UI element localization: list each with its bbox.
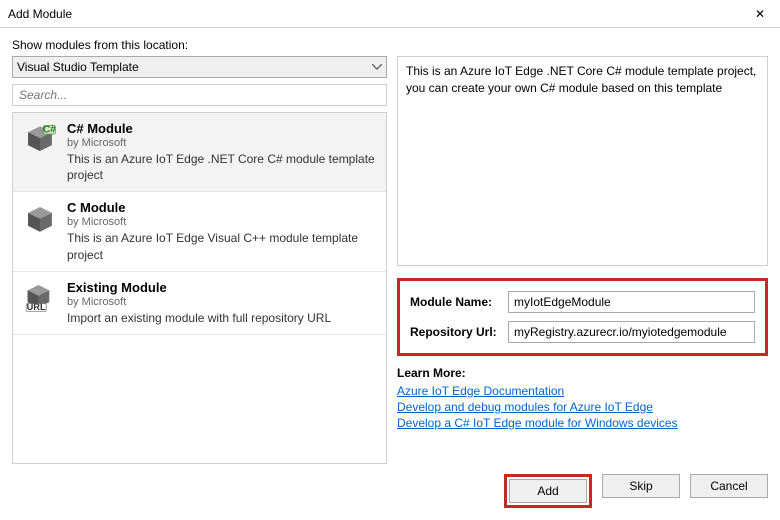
- cancel-button[interactable]: Cancel: [690, 474, 768, 498]
- module-author: by Microsoft: [67, 296, 376, 308]
- module-author: by Microsoft: [67, 216, 376, 228]
- close-button[interactable]: ✕: [740, 0, 780, 28]
- module-body: Existing Module by Microsoft Import an e…: [67, 280, 376, 326]
- location-selected-value: Visual Studio Template: [17, 60, 139, 74]
- cube-url-icon: URL: [23, 282, 57, 316]
- module-title: C Module: [67, 200, 376, 215]
- module-form: Module Name: Repository Url:: [397, 278, 768, 356]
- add-highlight: Add: [504, 474, 592, 508]
- close-icon: ✕: [755, 7, 765, 21]
- add-button[interactable]: Add: [509, 479, 587, 503]
- skip-button[interactable]: Skip: [602, 474, 680, 498]
- learn-link-csharp-windows[interactable]: Develop a C# IoT Edge module for Windows…: [397, 416, 678, 430]
- module-body: C# Module by Microsoft This is an Azure …: [67, 121, 376, 183]
- location-label: Show modules from this location:: [12, 38, 768, 52]
- search-input[interactable]: [12, 84, 387, 106]
- repository-url-input[interactable]: [508, 321, 755, 343]
- learn-link-dev-debug[interactable]: Develop and debug modules for Azure IoT …: [397, 400, 653, 414]
- learn-more-title: Learn More:: [397, 366, 768, 380]
- module-title: Existing Module: [67, 280, 376, 295]
- module-body: C Module by Microsoft This is an Azure I…: [67, 200, 376, 262]
- module-name-label: Module Name:: [410, 295, 508, 309]
- repository-url-label: Repository Url:: [410, 325, 508, 339]
- button-bar: Add Skip Cancel: [12, 464, 768, 520]
- list-item[interactable]: URL Existing Module by Microsoft Import …: [13, 272, 386, 335]
- module-desc: This is an Azure IoT Edge .NET Core C# m…: [67, 151, 376, 183]
- module-desc: This is an Azure IoT Edge Visual C++ mod…: [67, 230, 376, 262]
- svg-text:C#: C#: [43, 124, 56, 135]
- module-title: C# Module: [67, 121, 376, 136]
- window-title: Add Module: [8, 7, 72, 21]
- module-name-input[interactable]: [508, 291, 755, 313]
- list-item[interactable]: C Module by Microsoft This is an Azure I…: [13, 192, 386, 271]
- module-list[interactable]: C# C# Module by Microsoft This is an Azu…: [12, 112, 387, 464]
- module-desc: Import an existing module with full repo…: [67, 310, 376, 326]
- learn-link-doc[interactable]: Azure IoT Edge Documentation: [397, 384, 564, 398]
- module-author: by Microsoft: [67, 137, 376, 149]
- chevron-down-icon: [372, 64, 382, 70]
- list-item[interactable]: C# C# Module by Microsoft This is an Azu…: [13, 113, 386, 192]
- location-select[interactable]: Visual Studio Template: [12, 56, 387, 78]
- description-box: This is an Azure IoT Edge .NET Core C# m…: [397, 56, 768, 266]
- svg-text:URL: URL: [27, 302, 46, 312]
- cube-icon: [23, 202, 57, 236]
- learn-more-section: Learn More: Azure IoT Edge Documentation…: [397, 366, 768, 432]
- titlebar: Add Module ✕: [0, 0, 780, 28]
- cube-cs-icon: C#: [23, 123, 57, 157]
